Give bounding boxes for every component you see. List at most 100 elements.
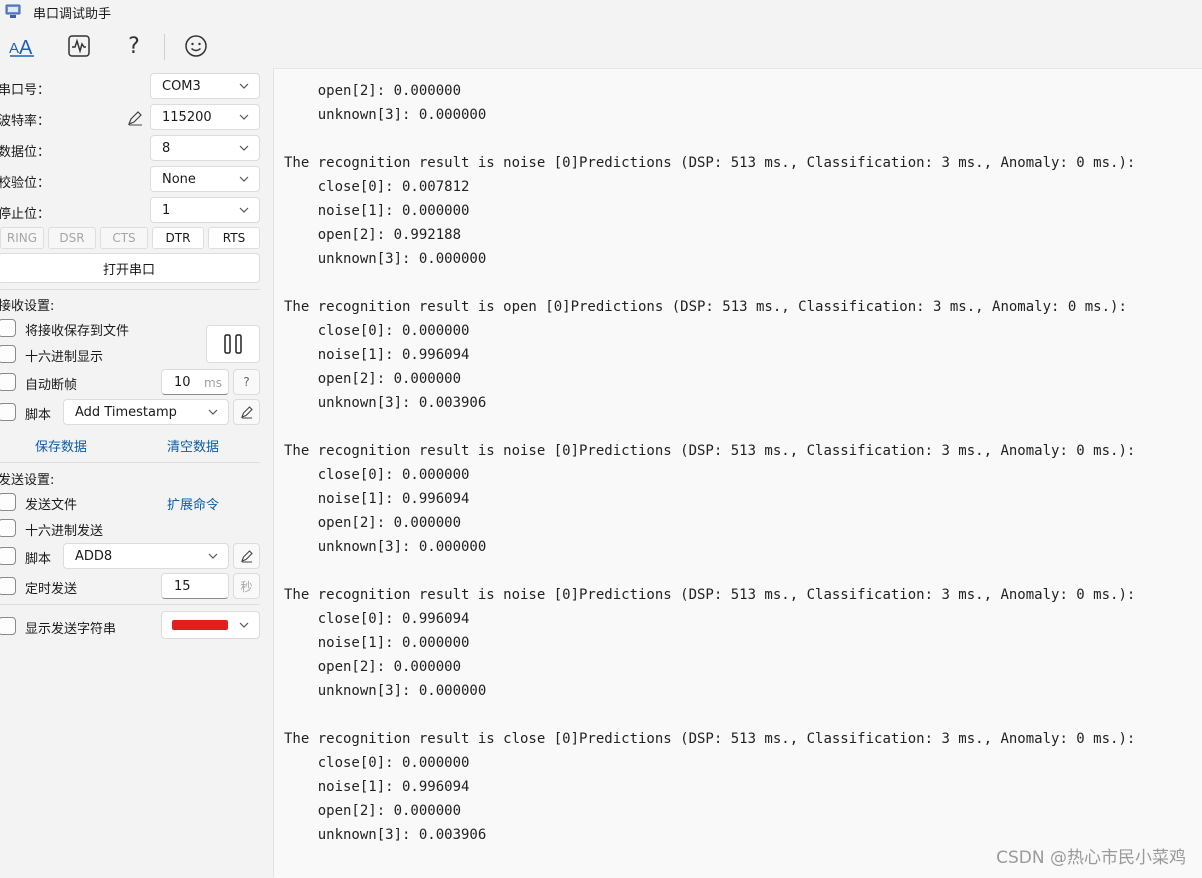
auto-frame-label: 自动断帧 — [25, 378, 78, 393]
output-line: close[0]: 0.000000 — [284, 755, 470, 771]
show-send-string-label: 显示发送字符串 — [25, 622, 117, 637]
send-settings-label: 发送设置: — [0, 473, 55, 488]
output-line: The recognition result is close [0]Predi… — [284, 731, 1136, 747]
output-line: unknown[3]: 0.000000 — [284, 683, 487, 699]
chevron-down-icon — [239, 622, 249, 628]
send-file-label: 发送文件 — [25, 498, 78, 513]
text-mode-icon[interactable]: A A — [6, 30, 38, 62]
dtr-toggle[interactable]: DTR — [152, 227, 204, 249]
open-port-button[interactable]: 打开串口 — [0, 253, 260, 283]
databits-label: 数据位： — [0, 145, 51, 160]
send-script-checkbox[interactable] — [0, 547, 16, 565]
hex-display-checkbox[interactable] — [0, 345, 16, 363]
pause-button[interactable] — [206, 325, 260, 363]
hex-send-label: 十六进制发送 — [25, 524, 104, 539]
port-select[interactable]: COM3 — [150, 73, 260, 99]
pause-icon — [224, 334, 242, 354]
ring-signal[interactable]: RING — [0, 227, 44, 249]
chevron-down-icon — [239, 83, 249, 89]
send-script-select[interactable]: ADD8 — [63, 543, 229, 569]
toolbar-divider — [164, 34, 165, 60]
toolbar: A A ? — [0, 26, 1202, 68]
chevron-down-icon — [239, 207, 249, 213]
port-label: 串口号： — [0, 83, 51, 98]
settings-sidebar: 串口号： COM3 波特率： 115200 数据位： 8 校验位： None 停… — [0, 68, 272, 877]
save-to-file-checkbox[interactable] — [0, 319, 16, 337]
timed-send-checkbox[interactable] — [0, 577, 16, 595]
auto-frame-checkbox[interactable] — [0, 373, 16, 391]
save-data-link[interactable]: 保存数据 — [35, 436, 87, 455]
receive-settings-label: 接收设置: — [0, 299, 55, 314]
dsr-signal[interactable]: DSR — [48, 227, 96, 249]
output-line: unknown[3]: 0.000000 — [284, 251, 487, 267]
receive-output-pane[interactable]: open[2]: 0.000000 unknown[3]: 0.000000 T… — [274, 68, 1202, 878]
output-line: open[2]: 0.000000 — [284, 371, 462, 387]
output-line: unknown[3]: 0.000000 — [284, 107, 487, 123]
output-line: close[0]: 0.000000 — [284, 467, 470, 483]
output-line: noise[1]: 0.000000 — [284, 203, 470, 219]
chevron-down-icon — [239, 145, 249, 151]
hex-send-checkbox[interactable] — [0, 519, 16, 537]
receive-script-label: 脚本 — [25, 408, 52, 423]
send-color-picker[interactable] — [161, 611, 260, 639]
baud-select[interactable]: 115200 — [150, 104, 260, 130]
emoji-icon[interactable] — [180, 30, 212, 62]
waveform-icon[interactable] — [63, 30, 95, 62]
output-line: open[2]: 0.992188 — [284, 227, 462, 243]
receive-script-edit-button[interactable] — [233, 399, 260, 425]
send-script-edit-button[interactable] — [233, 543, 260, 569]
show-send-string-checkbox[interactable] — [0, 617, 16, 635]
output-line: open[2]: 0.000000 — [284, 515, 462, 531]
stopbits-select[interactable]: 1 — [150, 197, 260, 223]
timed-send-input[interactable]: 15 — [161, 573, 229, 599]
app-icon — [5, 4, 21, 18]
output-line: open[2]: 0.000000 — [284, 83, 462, 99]
chevron-down-icon — [239, 114, 249, 120]
chevron-down-icon — [239, 176, 249, 182]
edit-pen-icon — [240, 550, 253, 563]
send-file-checkbox[interactable] — [0, 493, 16, 511]
divider — [0, 462, 260, 463]
edit-pen-icon[interactable] — [126, 109, 144, 127]
rts-toggle[interactable]: RTS — [208, 227, 260, 249]
watermark: CSDN @热心市民小菜鸡 — [996, 848, 1186, 868]
baud-label: 波特率： — [0, 114, 51, 129]
extend-command-link[interactable]: 扩展命令 — [167, 494, 219, 513]
output-line: unknown[3]: 0.003906 — [284, 395, 487, 411]
databits-select[interactable]: 8 — [150, 135, 260, 161]
receive-script-checkbox[interactable] — [0, 403, 16, 421]
parity-label: 校验位： — [0, 176, 51, 191]
output-line: The recognition result is noise [0]Predi… — [284, 587, 1136, 603]
timed-send-label: 定时发送 — [25, 582, 78, 597]
cts-signal[interactable]: CTS — [100, 227, 148, 249]
output-line: The recognition result is noise [0]Predi… — [284, 443, 1136, 459]
output-line: open[2]: 0.000000 — [284, 803, 462, 819]
output-line: open[2]: 0.000000 — [284, 659, 462, 675]
output-line: The recognition result is open [0]Predic… — [284, 299, 1127, 315]
title-bar: 串口调试助手 — [0, 0, 1202, 24]
output-line: The recognition result is noise [0]Predi… — [284, 155, 1136, 171]
send-script-label: 脚本 — [25, 552, 52, 567]
receive-script-select[interactable]: Add Timestamp — [63, 399, 229, 425]
divider — [0, 604, 260, 605]
color-swatch — [172, 620, 228, 630]
clear-data-link[interactable]: 清空数据 — [167, 436, 219, 455]
output-line: close[0]: 0.007812 — [284, 179, 470, 195]
output-line: noise[1]: 0.996094 — [284, 347, 470, 363]
output-line: close[0]: 0.996094 — [284, 611, 470, 627]
receive-output-text: open[2]: 0.000000 unknown[3]: 0.000000 T… — [284, 79, 1135, 847]
chevron-down-icon — [208, 409, 218, 415]
output-line: noise[1]: 0.996094 — [284, 779, 470, 795]
timed-unit-label: 秒 — [233, 573, 260, 599]
auto-frame-help-button[interactable]: ? — [233, 369, 260, 395]
output-line: noise[1]: 0.000000 — [284, 635, 470, 651]
edit-pen-icon — [240, 406, 253, 419]
auto-frame-input[interactable]: 10 ms — [161, 369, 229, 395]
help-icon[interactable]: ? — [118, 30, 150, 62]
svg-text:A: A — [9, 40, 19, 57]
parity-select[interactable]: None — [150, 166, 260, 192]
